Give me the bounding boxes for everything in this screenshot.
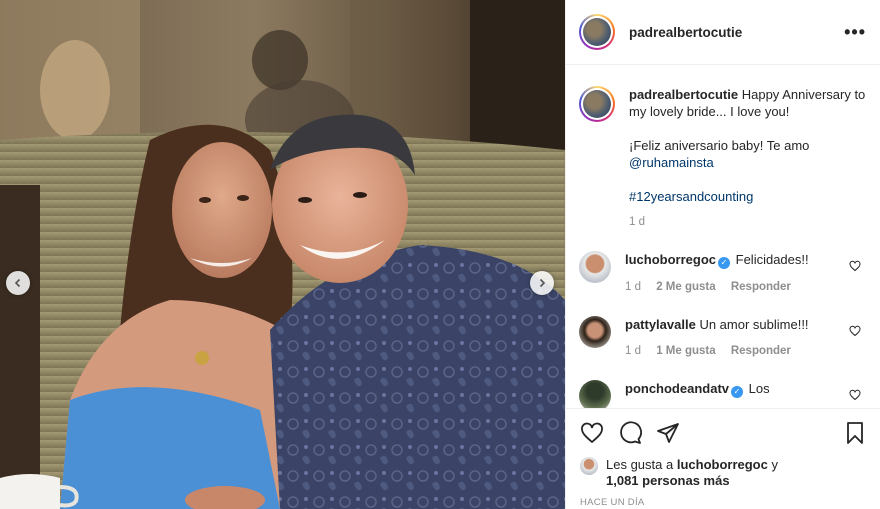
caption-username[interactable]: padrealbertocutie — [629, 87, 738, 102]
liker-avatar — [580, 457, 598, 475]
caption-author-avatar[interactable] — [579, 86, 615, 122]
caption-age: 1 d — [629, 216, 645, 228]
likes-others-count[interactable]: 1,081 personas más — [606, 473, 730, 488]
chevron-right-icon — [539, 278, 546, 288]
verified-badge-icon: ✓ — [718, 257, 731, 269]
comment-age: 1 d — [625, 345, 641, 357]
comment-reply-button[interactable]: Responder — [731, 281, 791, 293]
like-heart-icon[interactable] — [580, 421, 604, 445]
likes-summary[interactable]: Les gusta a luchoborregoc y 1,081 person… — [580, 457, 867, 489]
like-comment-heart-icon[interactable] — [849, 260, 861, 272]
comment-text: Felicidades!! — [735, 252, 809, 267]
more-options-icon[interactable]: ••• — [844, 22, 866, 43]
likes-prefix: Les gusta a — [606, 457, 674, 472]
comment-item: luchoborregoc ✓ Felicidades!! 1 d 2 Me gu… — [579, 251, 867, 296]
previous-photo-button[interactable] — [6, 271, 30, 295]
author-username[interactable]: padrealbertocutie — [629, 25, 844, 40]
commenter-avatar[interactable] — [579, 380, 611, 408]
comment-text: Un amor sublime!!! — [699, 317, 809, 332]
caption-text-line2: ¡Feliz aniversario baby! Te amo — [629, 138, 810, 153]
commenter-username[interactable]: ponchodeandatv — [625, 381, 729, 396]
comment-age: 1 d — [625, 281, 641, 293]
likes-user[interactable]: luchoborregoc — [677, 457, 768, 472]
post-actions: Les gusta a luchoborregoc y 1,081 person… — [566, 408, 880, 508]
caption-hashtag-link[interactable]: #12yearsandcounting — [629, 189, 753, 204]
like-comment-heart-icon[interactable] — [849, 389, 861, 401]
share-paper-plane-icon[interactable] — [656, 421, 680, 445]
commenter-avatar[interactable] — [579, 251, 611, 283]
post-timestamp[interactable]: HACE UN DÍA — [580, 497, 867, 508]
comment-item: pattylavalle Un amor sublime!!! 1 d 1 Me… — [579, 316, 867, 360]
couple-photo-image — [0, 0, 565, 509]
comment-item: ponchodeandatv ✓ Los — [579, 380, 867, 408]
commenter-username[interactable]: pattylavalle — [625, 317, 696, 332]
comment-bubble-icon[interactable] — [618, 421, 642, 445]
comment-reply-button[interactable]: Responder — [731, 345, 791, 357]
chevron-left-icon — [14, 278, 21, 288]
post-caption: padrealbertocutie Happy Anniversary to m… — [579, 86, 867, 231]
commenter-username[interactable]: luchoborregoc — [625, 252, 716, 267]
comment-text: Los — [748, 381, 770, 396]
comments-section[interactable]: padrealbertocutie Happy Anniversary to m… — [566, 66, 880, 408]
post-side-panel: padrealbertocutie ••• padrealbertocutie … — [565, 0, 880, 509]
comment-likes-count[interactable]: 2 Me gusta — [656, 281, 715, 293]
comment-likes-count[interactable]: 1 Me gusta — [656, 345, 715, 357]
instagram-post-modal: padrealbertocutie ••• padrealbertocutie … — [0, 0, 880, 509]
post-header: padrealbertocutie ••• — [566, 0, 880, 65]
post-photo[interactable] — [0, 0, 565, 509]
commenter-avatar[interactable] — [579, 316, 611, 348]
author-avatar[interactable] — [579, 14, 615, 50]
save-bookmark-icon[interactable] — [843, 421, 867, 445]
next-photo-button[interactable] — [530, 271, 554, 295]
caption-mention-link[interactable]: @ruhamainsta — [629, 155, 714, 170]
like-comment-heart-icon[interactable] — [849, 325, 861, 337]
verified-badge-icon: ✓ — [731, 386, 744, 398]
likes-conj: y — [771, 457, 778, 472]
